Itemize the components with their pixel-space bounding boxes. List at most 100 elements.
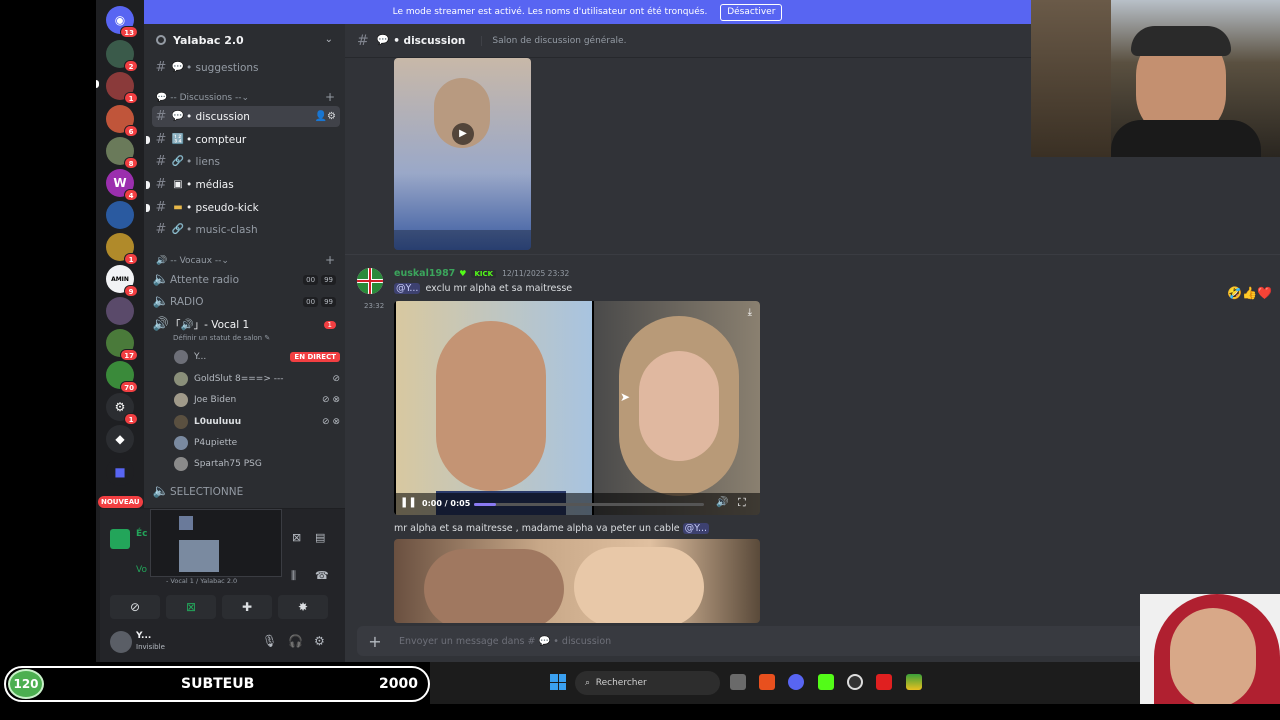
username: Joe Biden bbox=[194, 395, 237, 405]
speech-bubble-icon: 💬 bbox=[171, 111, 185, 122]
channel-compteur[interactable]: # 🔢 • compteur bbox=[146, 129, 340, 150]
voice-channel-vocal1[interactable]: 🔊 「🔊」- Vocal 1 1 bbox=[152, 314, 340, 335]
mic-muted-icon: ⊘ bbox=[332, 374, 340, 384]
voice-channel-attente[interactable]: 🔈 Attente radio 00 99 bbox=[152, 269, 340, 290]
unread-indicator bbox=[146, 203, 150, 212]
user-mention[interactable]: @Y... bbox=[394, 283, 421, 294]
activities-button[interactable]: ✚ bbox=[222, 595, 272, 619]
server-icon[interactable]: 1 bbox=[106, 233, 138, 265]
screen-share-button[interactable]: ⊠ bbox=[166, 595, 216, 619]
channel-label: Attente radio bbox=[170, 273, 240, 286]
kick-icon[interactable] bbox=[818, 674, 834, 690]
deactivate-button[interactable]: Désactiver bbox=[720, 4, 783, 21]
server-icon[interactable]: 2 bbox=[106, 40, 138, 72]
waveform-icon[interactable]: ⫼ bbox=[291, 569, 296, 583]
channel-medias[interactable]: # ▣ • médias bbox=[146, 174, 340, 195]
channel-topic: Salon de discussion générale. bbox=[481, 35, 626, 46]
category-vocaux[interactable]: 🔊 -- Vocaux -- ⌄ bbox=[156, 256, 229, 266]
channel-pseudo-kick[interactable]: # ▬ • pseudo-kick bbox=[146, 197, 340, 218]
brave-icon[interactable] bbox=[759, 674, 775, 690]
speaker-icon: 🔊 bbox=[152, 317, 170, 332]
server-icon[interactable]: 1 bbox=[106, 72, 138, 104]
channel-suggestions[interactable]: # 💬 • suggestions bbox=[152, 57, 340, 78]
avatar[interactable] bbox=[110, 631, 132, 653]
settings-icon[interactable]: ⚙ bbox=[314, 634, 325, 648]
voice-user[interactable]: Joe Biden ⊘ ⊗ bbox=[174, 391, 340, 409]
server-icon[interactable]: 8 bbox=[106, 137, 138, 169]
reaction-emojis: 🤣👍❤️ bbox=[1227, 286, 1272, 300]
volume-icon[interactable]: 🔊 bbox=[716, 497, 728, 508]
message-text: mr alpha et sa maitresse , madame alpha … bbox=[394, 523, 710, 534]
channel-liens[interactable]: # 🔗 • liens bbox=[152, 151, 340, 172]
category-discussions[interactable]: 💬 -- Discussions -- ⌄ bbox=[156, 93, 249, 103]
voice-user[interactable]: L0uuluuu ⊘ ⊗ bbox=[174, 413, 340, 431]
server-icon[interactable]: W4 bbox=[106, 169, 138, 201]
play-icon[interactable]: ▶ bbox=[452, 123, 474, 145]
invite-settings-icons[interactable]: 👤⚙ bbox=[315, 111, 336, 122]
server-icon[interactable]: ◆ bbox=[106, 425, 134, 453]
voice-user[interactable]: GoldSlut 8===> --- ⊘ bbox=[174, 370, 340, 388]
server-icon[interactable]: 6 bbox=[106, 105, 138, 137]
video-attachment[interactable]: ▶ bbox=[394, 58, 531, 250]
channel-discussion[interactable]: # 💬 • discussion 👤⚙ bbox=[152, 106, 340, 127]
video-seekbar[interactable] bbox=[474, 503, 704, 506]
message-composer[interactable]: + Envoyer un message dans # 💬 • discussi… bbox=[357, 626, 1268, 656]
server-icon[interactable] bbox=[106, 297, 134, 325]
speaker-icon: 🔈 bbox=[152, 484, 170, 499]
unread-indicator bbox=[146, 180, 150, 189]
app-icon[interactable] bbox=[906, 674, 922, 690]
server-icon[interactable]: ⚙ 1 bbox=[106, 393, 138, 425]
disconnect-icon[interactable]: ☎ bbox=[315, 569, 329, 582]
add-attachment-icon[interactable]: + bbox=[363, 632, 387, 651]
bottom-strip bbox=[0, 704, 1280, 720]
heart-icon: ♥ bbox=[459, 269, 467, 278]
pause-icon[interactable]: ❚❚ bbox=[400, 497, 417, 508]
voice-channel-radio[interactable]: 🔈 RADIO 00 99 bbox=[152, 291, 340, 312]
voice-connected: Vo bbox=[136, 565, 147, 575]
link-icon: 🔗 bbox=[171, 224, 185, 235]
author-name[interactable]: euskal1987 bbox=[394, 268, 455, 279]
task-view-icon[interactable] bbox=[730, 674, 746, 690]
composer-placeholder[interactable]: Envoyer un message dans # 💬 • discussion bbox=[399, 636, 611, 647]
search-placeholder: Rechercher bbox=[595, 678, 647, 688]
camera-off-button[interactable]: ⊘ bbox=[110, 595, 160, 619]
server-icon[interactable]: AMIN 9 bbox=[106, 265, 138, 297]
channel-status[interactable]: Définir un statut de salon ✎ bbox=[173, 334, 270, 342]
start-icon[interactable] bbox=[550, 674, 566, 690]
hash-icon: # bbox=[357, 32, 369, 49]
badge: 1 bbox=[124, 413, 138, 425]
folder-icon[interactable]: ■ bbox=[106, 458, 134, 486]
obs-icon[interactable] bbox=[847, 674, 863, 690]
channel-music-clash[interactable]: # 🔗 • music-clash bbox=[152, 219, 340, 240]
server-icon[interactable]: 70 bbox=[106, 361, 138, 393]
voice-user[interactable]: P4upiette bbox=[174, 434, 340, 452]
activity-icon[interactable]: ▤ bbox=[315, 531, 325, 544]
voice-user[interactable]: Spartah75 PSG bbox=[174, 455, 340, 473]
server-icon[interactable] bbox=[106, 201, 134, 229]
server-icon[interactable]: 17 bbox=[106, 329, 138, 361]
stream-preview[interactable] bbox=[150, 509, 282, 577]
headphones-icon[interactable]: 🎧 bbox=[288, 634, 303, 648]
hash-icon: # bbox=[155, 109, 167, 124]
username: GoldSlut 8===> --- bbox=[194, 374, 284, 384]
microphone-icon[interactable]: 🎙 bbox=[262, 634, 277, 648]
taskbar-search[interactable]: ⌕ Rechercher bbox=[575, 671, 720, 695]
preview-thumb bbox=[179, 516, 193, 530]
noise-suppression-icon[interactable]: ⊠ bbox=[292, 531, 301, 544]
badge: 70 bbox=[120, 381, 138, 393]
voice-user[interactable]: Y... EN DIRECT bbox=[174, 348, 340, 366]
add-channel-icon[interactable]: + bbox=[325, 253, 335, 267]
discord-home-icon[interactable]: ◉ 13 bbox=[106, 6, 138, 38]
discord-icon[interactable] bbox=[788, 674, 804, 690]
video-player[interactable]: ⤓ ❚❚ 0:00 / 0:05 🔊 ⛶ bbox=[394, 301, 760, 515]
user-mention[interactable]: @Y... bbox=[682, 523, 710, 534]
reactions[interactable]: 🤣👍❤️ bbox=[1227, 286, 1272, 300]
youtube-icon[interactable] bbox=[876, 674, 892, 690]
soundboard-button[interactable]: ✸ bbox=[278, 595, 328, 619]
fullscreen-icon[interactable]: ⛶ bbox=[738, 496, 746, 510]
image-attachment[interactable] bbox=[394, 539, 760, 623]
add-channel-icon[interactable]: + bbox=[325, 90, 335, 104]
voice-channel-selectionne[interactable]: 🔈 SELECTIONNÉ bbox=[152, 481, 340, 502]
avatar[interactable] bbox=[357, 268, 383, 294]
download-icon[interactable]: ⤓ bbox=[748, 307, 752, 318]
